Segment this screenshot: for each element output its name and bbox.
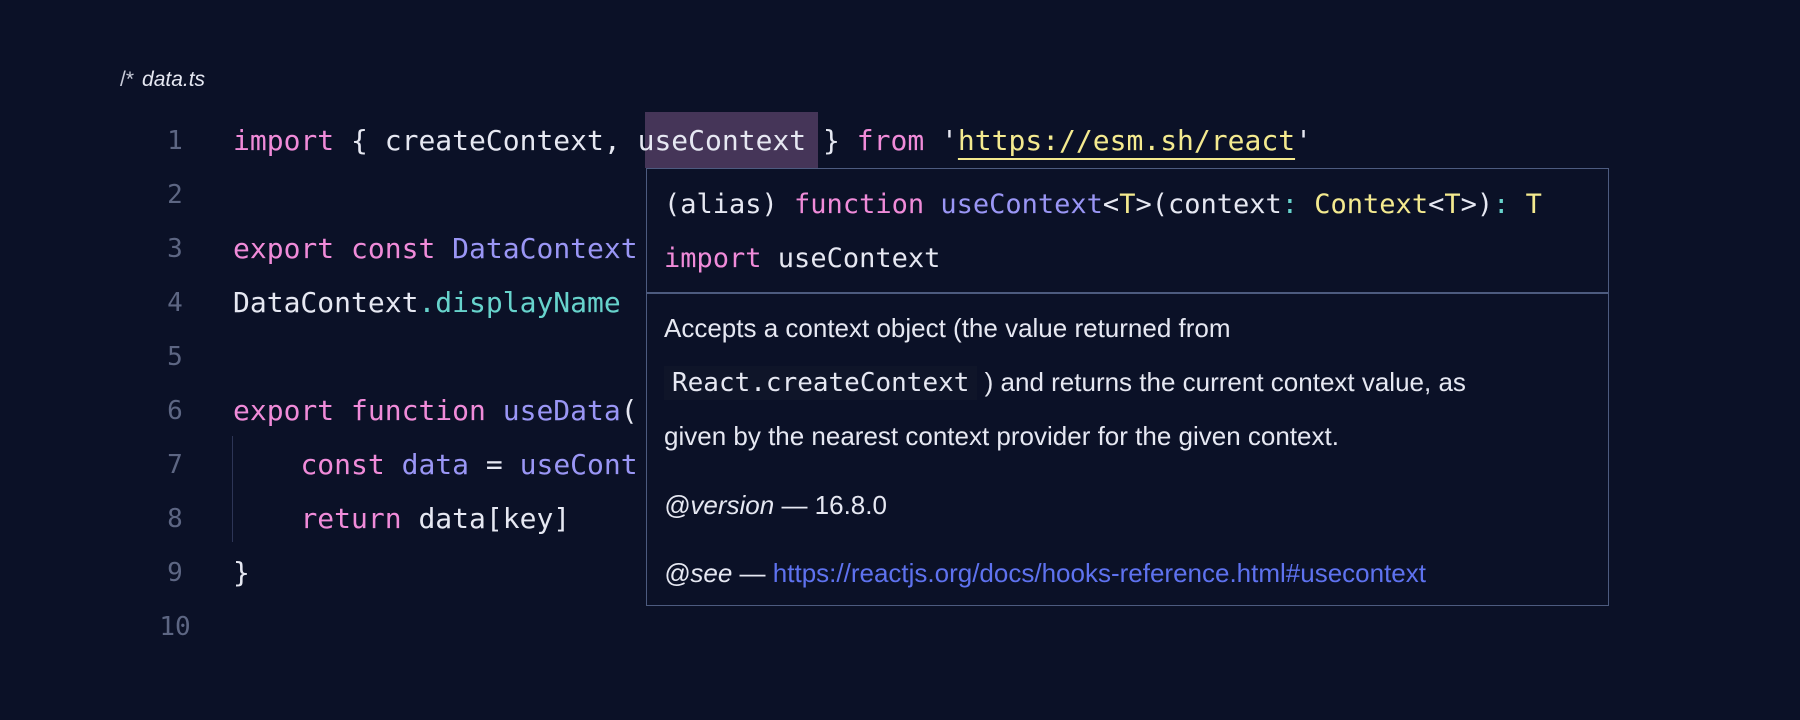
line-source: return data[key] [233,492,570,546]
line-source: const data = useCont [233,438,638,492]
line-number: 3 [167,234,183,264]
code-token: < [1428,189,1445,220]
see-link[interactable]: https://reactjs.org/docs/hooks-reference… [773,558,1426,588]
hover-import-line: import useContext [664,234,940,284]
code-token: } [806,124,857,157]
line-source: DataContext.displayName [233,276,621,330]
description-text: ) and returns the current context value,… [984,367,1466,397]
line-source: export const DataContext [233,222,638,276]
hover-description-line: given by the nearest context provider fo… [664,421,1339,451]
code-token: >(context [1135,189,1282,220]
code-token: T [1444,189,1461,220]
line-source: } [233,546,250,600]
line-number: 9 [167,558,183,588]
code-token: ( [620,394,638,427]
code-token: DataContext [452,232,638,265]
version-value: — 16.8.0 [774,490,887,520]
code-token: const [351,232,436,265]
line-number: 2 [167,180,183,210]
version-tag: @version [664,490,775,520]
hover-signature: (alias) function useContext<T>(context: … [664,180,1542,230]
code-token: function [351,394,486,427]
file-name-label: /* data.ts [120,68,205,92]
line-number: 5 [167,342,183,372]
code-token: import [233,124,335,157]
inline-code: React.createContext [664,366,978,400]
hover-description-line: React.createContext ) and returns the cu… [664,357,1466,407]
line-number: 10 [159,612,191,642]
code-token: useContext [940,189,1103,220]
code-token: const [300,448,385,481]
code-token: displayName [435,286,621,319]
hover-version: @version — 16.8.0 [664,480,887,530]
code-token: ' [1295,124,1312,157]
see-tag: @see [664,558,733,588]
file-name: data.ts [142,68,206,91]
code-token: : [1493,189,1526,220]
import-url-link[interactable]: https://esm.sh/react [958,124,1295,157]
line-number: 6 [167,396,183,426]
code-token: T [1525,189,1542,220]
hover-divider [647,292,1608,294]
code-token: } [233,556,250,589]
see-separator: — [732,558,773,588]
code-token: from [856,124,925,157]
line-source: export function useData( [233,384,638,438]
line-number: 1 [167,126,183,156]
code-token: export [233,232,335,265]
code-token: return [300,502,402,535]
hover-description-line: Accepts a context object (the value retu… [664,313,1231,343]
code-token: DataContext [233,286,419,319]
code-token: < [1102,189,1120,220]
code-token: Context [1314,189,1429,220]
code-token: . [418,286,436,319]
line-source: import { createContext, useContext } fro… [233,114,1312,168]
code-token: = [469,448,520,481]
code-token: data[key] [401,502,571,535]
code-token: useContext [637,124,807,157]
code-token: >) [1460,189,1494,220]
code-token: import [664,243,762,274]
hover-tooltip: (alias) function useContext<T>(context: … [646,168,1609,606]
code-token: data [401,448,470,481]
code-token: useCont [519,448,638,481]
line-number: 7 [167,450,183,480]
code-token: { createContext, [334,124,638,157]
code-token: useData [502,394,621,427]
code-token: T [1119,189,1136,220]
code-token: useContext [761,243,941,274]
hover-see: @see — https://reactjs.org/docs/hooks-re… [664,548,1426,598]
comment-marker: /* [120,68,135,91]
code-token: export [233,394,335,427]
code-token: function [794,189,925,220]
code-token: (alias) [664,189,795,220]
line-number: 8 [167,504,183,534]
line-number: 4 [167,288,183,318]
code-token: : [1281,189,1315,220]
code-token: ' [924,124,958,157]
